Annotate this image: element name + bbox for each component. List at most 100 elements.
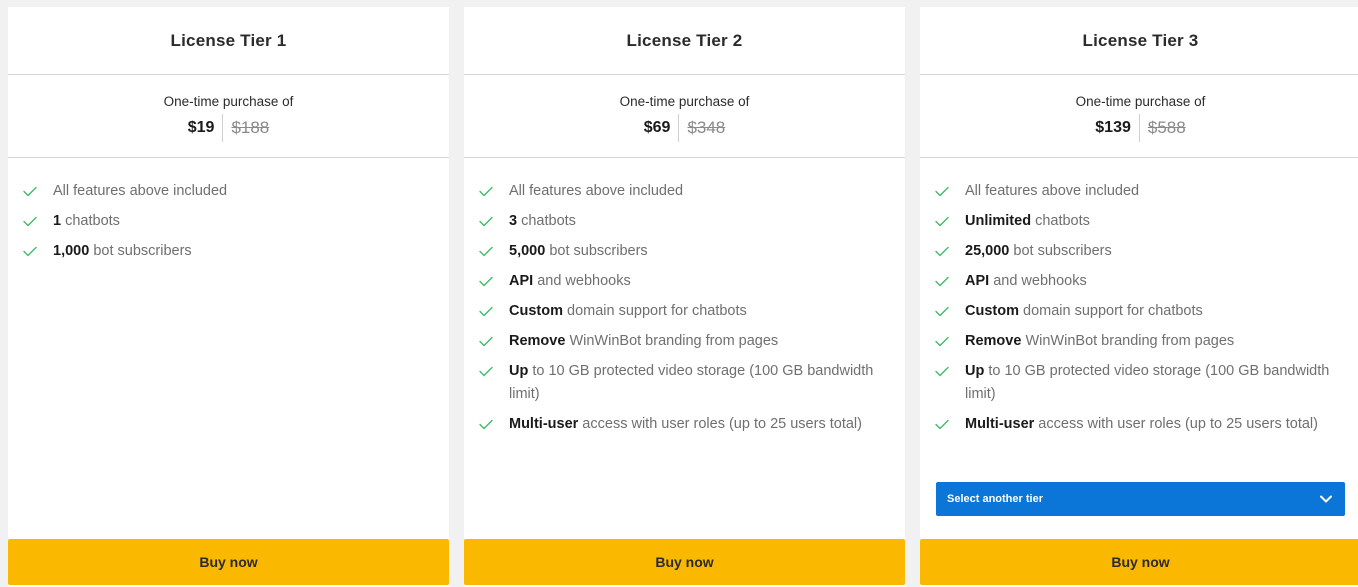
feature-text: Unlimited chatbots <box>965 210 1090 233</box>
feature-description: domain support for chatbots <box>562 303 747 319</box>
select-another-tier-dropdown[interactable]: Select another tier <box>936 482 1345 516</box>
feature-description: All features above included <box>509 183 684 199</box>
price-caption: One-time purchase of <box>163 94 294 109</box>
original-price: $348 <box>687 118 726 137</box>
pricing-card-tier-1: License Tier 1 One-time purchase of $19 … <box>8 7 449 587</box>
feature-description: to 10 GB protected video storage (100 GB… <box>509 363 874 402</box>
feature-item: 3 chatbots <box>464 210 905 233</box>
feature-description: access with user roles (up to 25 users t… <box>578 416 862 432</box>
check-icon <box>935 330 950 353</box>
feature-item: Unlimited chatbots <box>920 210 1358 233</box>
pricing-card-tier-3: License Tier 3 One-time purchase of $139… <box>920 7 1358 587</box>
feature-text: Remove WinWinBot branding from pages <box>965 330 1234 353</box>
check-icon <box>23 240 38 263</box>
price-row: $19 $188 <box>188 114 270 142</box>
feature-item: All features above included <box>464 180 905 203</box>
check-icon <box>935 240 950 263</box>
price-row: $69 $348 <box>644 114 726 142</box>
feature-text: Up to 10 GB protected video storage (100… <box>509 360 889 406</box>
feature-text: 5,000 bot subscribers <box>509 240 648 263</box>
feature-text: API and webhooks <box>965 270 1087 293</box>
feature-item: 5,000 bot subscribers <box>464 240 905 263</box>
pricing-cards: License Tier 1 One-time purchase of $19 … <box>8 7 1358 587</box>
price-block: One-time purchase of $19 $188 <box>8 75 449 158</box>
check-icon <box>935 300 950 323</box>
card-title: License Tier 2 <box>464 7 905 75</box>
check-icon <box>479 300 494 323</box>
feature-item: 1,000 bot subscribers <box>8 240 449 263</box>
check-icon <box>935 413 950 436</box>
buy-now-button[interactable]: Buy now <box>920 539 1358 585</box>
check-icon <box>479 180 494 203</box>
buy-now-button[interactable]: Buy now <box>8 539 449 585</box>
feature-highlight: Remove <box>509 333 566 349</box>
feature-description: and webhooks <box>533 273 631 289</box>
feature-highlight: Custom <box>509 303 563 319</box>
feature-highlight: Multi-user <box>965 416 1035 432</box>
current-price: $19 <box>188 114 224 142</box>
feature-highlight: 3 <box>509 213 518 229</box>
select-tier-label: Select another tier <box>947 493 1043 505</box>
feature-text: 1,000 bot subscribers <box>53 240 192 263</box>
feature-description: WinWinBot branding from pages <box>565 333 779 349</box>
check-icon <box>479 413 494 436</box>
price-caption: One-time purchase of <box>1075 94 1206 109</box>
feature-text: Custom domain support for chatbots <box>965 300 1203 323</box>
price-row: $139 $588 <box>1095 114 1186 142</box>
feature-description: chatbots <box>1031 213 1090 229</box>
feature-item: Up to 10 GB protected video storage (100… <box>920 360 1358 406</box>
feature-item: Custom domain support for chatbots <box>464 300 905 323</box>
feature-text: 3 chatbots <box>509 210 576 233</box>
feature-description: access with user roles (up to 25 users t… <box>1034 416 1318 432</box>
feature-highlight: Up <box>965 363 985 379</box>
check-icon <box>935 210 950 233</box>
feature-description: and webhooks <box>989 273 1087 289</box>
feature-highlight: Multi-user <box>509 416 579 432</box>
feature-item: 1 chatbots <box>8 210 449 233</box>
current-price: $69 <box>644 114 680 142</box>
feature-text: All features above included <box>965 180 1139 203</box>
feature-item: Up to 10 GB protected video storage (100… <box>464 360 905 406</box>
check-icon <box>479 210 494 233</box>
check-icon <box>479 270 494 293</box>
feature-text: Custom domain support for chatbots <box>509 300 747 323</box>
card-title: License Tier 3 <box>920 7 1358 75</box>
pricing-card-tier-2: License Tier 2 One-time purchase of $69 … <box>464 7 905 587</box>
buy-now-button[interactable]: Buy now <box>464 539 905 585</box>
feature-text: 1 chatbots <box>53 210 120 233</box>
feature-item: Multi-user access with user roles (up to… <box>464 413 905 436</box>
feature-item: API and webhooks <box>464 270 905 293</box>
feature-description: to 10 GB protected video storage (100 GB… <box>965 363 1330 402</box>
feature-description: bot subscribers <box>1009 243 1112 259</box>
feature-highlight: Remove <box>965 333 1022 349</box>
check-icon <box>935 270 950 293</box>
feature-highlight: API <box>965 273 990 289</box>
check-icon <box>23 180 38 203</box>
feature-description: chatbots <box>517 213 576 229</box>
feature-item: 25,000 bot subscribers <box>920 240 1358 263</box>
check-icon <box>935 360 950 383</box>
feature-item: Multi-user access with user roles (up to… <box>920 413 1358 436</box>
feature-highlight: API <box>509 273 534 289</box>
feature-description: All features above included <box>53 183 228 199</box>
feature-highlight: 1 <box>53 213 62 229</box>
check-icon <box>479 360 494 383</box>
check-icon <box>479 330 494 353</box>
feature-description: domain support for chatbots <box>1018 303 1203 319</box>
feature-text: Multi-user access with user roles (up to… <box>965 413 1318 436</box>
feature-text: All features above included <box>53 180 227 203</box>
feature-item: All features above included <box>920 180 1358 203</box>
feature-list: All features above included 1 chatbots 1,0… <box>8 158 449 263</box>
feature-highlight: Unlimited <box>965 213 1032 229</box>
feature-description: chatbots <box>61 213 120 229</box>
price-block: One-time purchase of $139 $588 <box>920 75 1358 158</box>
feature-item: Remove WinWinBot branding from pages <box>920 330 1358 353</box>
price-caption: One-time purchase of <box>619 94 750 109</box>
chevron-down-icon <box>1319 492 1333 506</box>
feature-text: Up to 10 GB protected video storage (100… <box>965 360 1345 406</box>
feature-text: Remove WinWinBot branding from pages <box>509 330 778 353</box>
original-price: $188 <box>231 118 270 137</box>
feature-list: All features above included 3 chatbots 5,0… <box>464 158 905 436</box>
feature-text: API and webhooks <box>509 270 631 293</box>
feature-item: API and webhooks <box>920 270 1358 293</box>
